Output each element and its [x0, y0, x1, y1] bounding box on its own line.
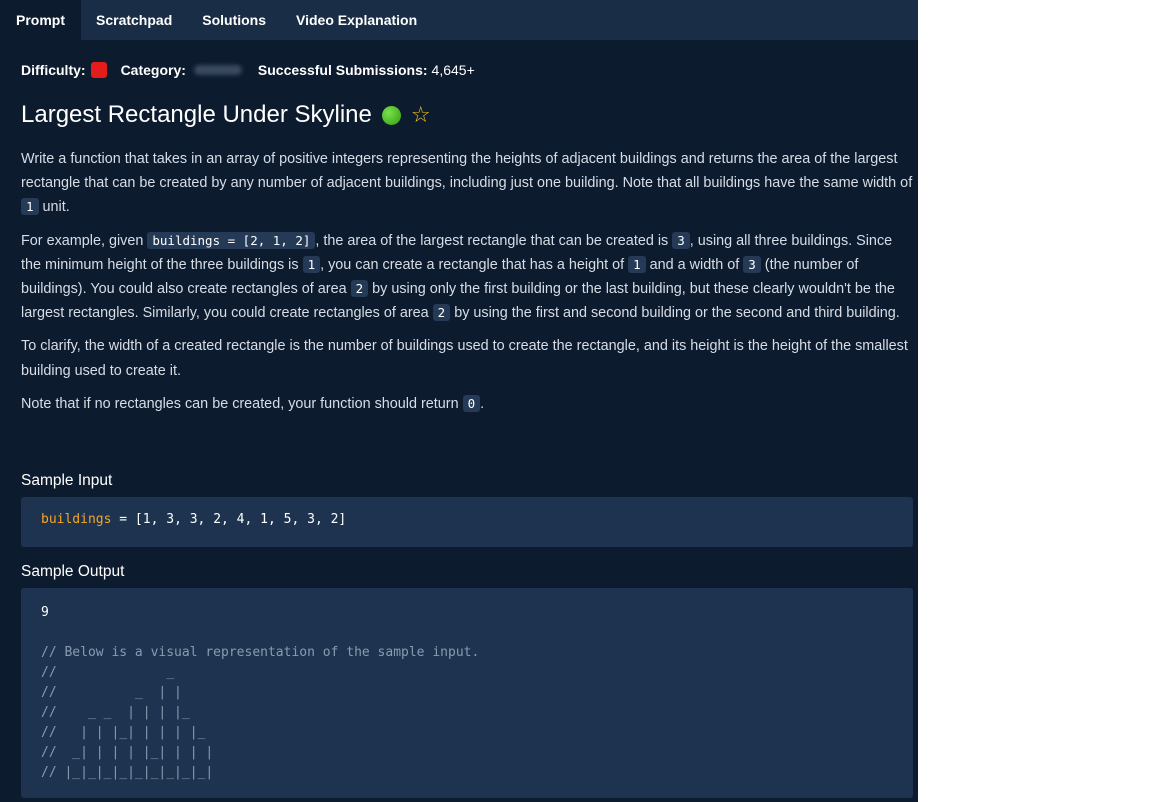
question-meta: Difficulty: Category: Successful Submiss…	[21, 62, 475, 78]
output-comment-line: // _ | |	[41, 685, 182, 700]
submissions-label: Successful Submissions:	[257, 62, 428, 78]
category-value-blurred	[193, 65, 242, 75]
text-span: unit.	[38, 199, 70, 216]
text-span: For example, given	[21, 232, 148, 249]
description-paragraph-4: Note that if no rectangles can be create…	[21, 392, 915, 416]
tab-bar: Prompt Scratchpad Solutions Video Explan…	[0, 0, 918, 41]
output-comment-line: // _| | | | |_| | | |	[41, 745, 214, 760]
text-span: , the area of the largest rectangle that…	[315, 232, 673, 249]
description-paragraph-1: Write a function that takes in an array …	[21, 147, 915, 220]
submissions-value: 4,645+	[431, 62, 475, 78]
text-span: .	[480, 395, 485, 412]
inline-code: 1	[628, 255, 646, 273]
inline-code: 3	[672, 231, 690, 249]
difficulty-indicator	[90, 62, 107, 78]
text-span: , you can create a rectangle that has a …	[320, 256, 629, 273]
sample-input-heading: Sample Input	[21, 472, 113, 489]
output-value: 9	[41, 605, 49, 620]
inline-code: 2	[432, 304, 451, 322]
tab-solutions[interactable]: Solutions	[187, 0, 281, 40]
text-span: and a width of	[645, 256, 744, 273]
text-span: by using the first and second building o…	[450, 305, 900, 322]
inline-code: 0	[462, 394, 481, 412]
question-description: Write a function that takes in an array …	[21, 147, 915, 425]
description-paragraph-3: To clarify, the width of a created recta…	[21, 338, 908, 379]
input-value: = [1, 3, 3, 2, 4, 1, 5, 3, 2]	[111, 512, 347, 527]
sample-output-heading: Sample Output	[21, 563, 125, 580]
input-variable: buildings	[41, 512, 112, 527]
question-title-row: Largest Rectangle Under Skyline ☆	[21, 101, 431, 129]
sample-output-code: 9 // Below is a visual representation of…	[21, 588, 913, 798]
sample-input-code: buildings = [1, 3, 3, 2, 4, 1, 5, 3, 2]	[21, 497, 913, 547]
prompt-panel: Prompt Scratchpad Solutions Video Explan…	[0, 0, 918, 802]
inline-code: 3	[743, 255, 761, 273]
star-icon[interactable]: ☆	[411, 104, 431, 126]
output-comment-line: // _	[41, 665, 175, 680]
completed-status-icon	[381, 105, 401, 125]
difficulty-label: Difficulty:	[21, 62, 86, 78]
inline-code: buildings = [2, 1, 2]	[147, 231, 316, 249]
output-comment-line: // _ _ | | | |_	[41, 705, 190, 720]
output-comment-line: // |_|_|_|_|_|_|_|_|_|	[41, 765, 214, 780]
tab-prompt[interactable]: Prompt	[0, 0, 81, 40]
output-comment-line: // Below is a visual representation of t…	[41, 645, 480, 660]
output-comment-line: // | | |_| | | | |_	[41, 725, 206, 740]
description-paragraph-2: For example, given buildings = [2, 1, 2]…	[21, 229, 915, 326]
category-label: Category:	[120, 62, 186, 78]
tab-scratchpad[interactable]: Scratchpad	[81, 0, 187, 40]
question-title: Largest Rectangle Under Skyline	[21, 101, 372, 128]
inline-code: 1	[21, 198, 39, 216]
inline-code: 1	[302, 255, 321, 273]
text-span: Note that if no rectangles can be create…	[21, 395, 463, 412]
text-span: Write a function that takes in an array …	[21, 151, 913, 192]
inline-code: 2	[350, 280, 369, 298]
tab-video-explanation[interactable]: Video Explanation	[281, 0, 432, 40]
